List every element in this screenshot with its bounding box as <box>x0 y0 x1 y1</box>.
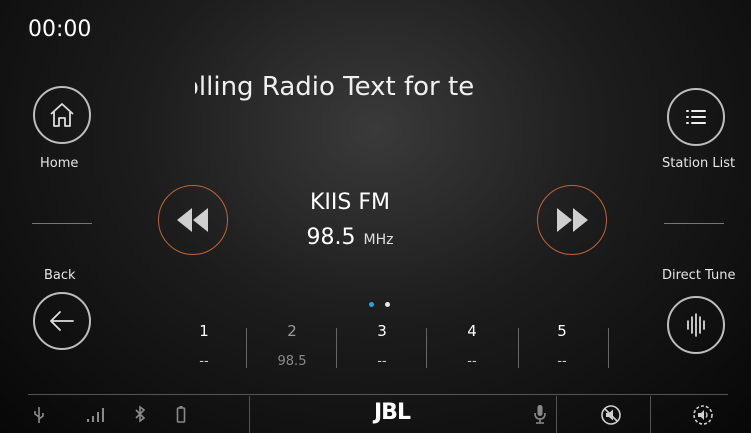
usb-icon <box>34 407 44 423</box>
station-list-label: Station List <box>662 156 736 171</box>
right-divider <box>664 223 724 224</box>
direct-tune-label: Direct Tune <box>662 268 736 283</box>
preset-number: 2 <box>287 322 297 340</box>
bar-separator <box>556 396 557 433</box>
clock: 00:00 <box>28 17 92 42</box>
preset-value: 98.5 <box>277 354 307 369</box>
back-button[interactable] <box>33 292 91 350</box>
list-icon <box>686 110 706 124</box>
home-label: Home <box>40 156 79 171</box>
preset-separator <box>246 328 247 368</box>
home-button[interactable] <box>33 86 91 144</box>
preset-number: 1 <box>199 322 209 340</box>
battery-icon <box>176 406 186 423</box>
preset-separator <box>518 328 519 368</box>
home-icon <box>50 103 74 127</box>
preset-2[interactable]: 2 98.5 <box>252 322 332 369</box>
preset-separator <box>426 328 427 368</box>
station-name: KIIS FM <box>310 190 390 215</box>
frequency-unit: MHz <box>363 232 394 248</box>
preset-value: -- <box>377 354 387 369</box>
microphone-icon <box>534 405 546 424</box>
page-dot-active <box>369 302 374 307</box>
bar-separator <box>249 396 250 433</box>
jbl-logo: JBL <box>374 400 411 425</box>
radio-text: olling Radio Text for te <box>195 72 475 102</box>
station-info: KIIS FM 98.5 MHz <box>240 190 460 250</box>
fast-forward-icon <box>557 208 588 232</box>
tuning-bars-icon <box>687 313 705 337</box>
preset-4[interactable]: 4 -- <box>432 322 512 369</box>
preset-separator <box>336 328 337 368</box>
bluetooth-icon <box>135 405 146 423</box>
preset-number: 4 <box>467 322 477 340</box>
preset-number: 5 <box>557 322 567 340</box>
preset-1[interactable]: 1 -- <box>164 322 244 369</box>
left-divider <box>32 223 92 224</box>
direct-tune-button[interactable] <box>667 296 725 354</box>
preset-separator <box>608 328 609 368</box>
back-label: Back <box>44 268 76 283</box>
bar-separator <box>650 396 651 433</box>
frequency-value: 98.5 <box>306 225 356 250</box>
preset-value: -- <box>557 354 567 369</box>
frequency-display: 98.5 MHz <box>240 225 460 250</box>
seek-forward-button[interactable] <box>537 185 607 255</box>
preset-value: -- <box>199 354 209 369</box>
preset-number: 3 <box>377 322 387 340</box>
radio-text-marquee: olling Radio Text for te <box>195 66 575 108</box>
preset-5[interactable]: 5 -- <box>522 322 602 369</box>
signal-bars-icon <box>87 408 104 422</box>
mute-icon[interactable] <box>600 404 622 426</box>
arrow-left-icon <box>50 311 74 331</box>
rewind-icon <box>177 208 208 232</box>
page-dot <box>385 302 390 307</box>
preset-value: -- <box>467 354 477 369</box>
volume-icon[interactable] <box>692 404 714 426</box>
preset-3[interactable]: 3 -- <box>342 322 422 369</box>
bottom-bar-divider <box>28 394 728 395</box>
seek-back-button[interactable] <box>158 185 228 255</box>
station-list-button[interactable] <box>667 88 725 146</box>
